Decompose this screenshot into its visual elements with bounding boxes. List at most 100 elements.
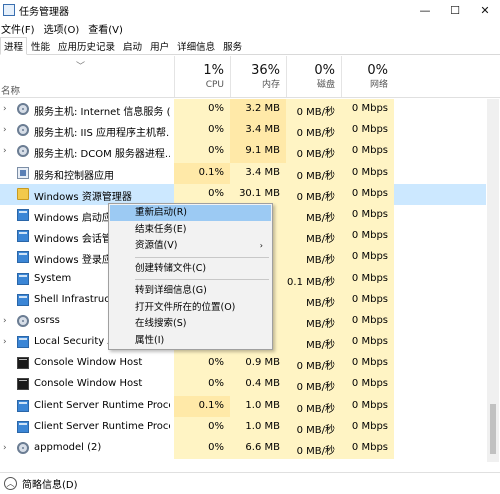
cpu-value: 0%: [174, 120, 230, 142]
tab-details[interactable]: 详细信息: [173, 37, 219, 54]
context-menu-item-label: 创建转储文件(C): [135, 262, 207, 274]
process-name: 服务主机: DCOM 服务器进程...: [34, 149, 170, 161]
network-value: 0 Mbps: [341, 99, 394, 121]
column-header-disk[interactable]: 0% 磁盘: [286, 56, 341, 97]
context-menu-item-label: 属性(I): [135, 334, 165, 346]
scrollbar-thumb[interactable]: [490, 404, 496, 454]
process-row[interactable]: › 服务主机: Internet 信息服务 (2) 0% 3.2 MB 0 MB/秒 0 …: [0, 99, 486, 121]
network-value: 0 Mbps: [341, 226, 394, 248]
gear-icon: [17, 145, 29, 158]
network-value: 0 Mbps: [341, 204, 394, 227]
process-row[interactable]: Windows 资源管理器 0% 30.1 MB 0 MB/秒 0 Mbps: [0, 183, 486, 205]
column-header-cpu[interactable]: 1% CPU: [174, 56, 230, 97]
cpu-value: 0%: [174, 438, 230, 460]
tab-services[interactable]: 服务: [219, 37, 246, 54]
tab-performance[interactable]: 性能: [27, 37, 54, 54]
close-button[interactable]: ✕: [470, 0, 500, 20]
network-value: 0 Mbps: [341, 416, 394, 438]
memory-value: 0.4 MB: [230, 374, 286, 396]
context-menu-item[interactable]: 属性(I): [110, 333, 271, 349]
fewer-details-button[interactable]: ︿ 简略信息(D): [4, 476, 78, 491]
fewer-details-label: 简略信息(D): [22, 480, 78, 491]
sort-chevron-icon[interactable]: ﹀: [76, 59, 85, 72]
context-menu-item[interactable]: 打开文件所在的位置(O): [110, 300, 271, 316]
win-icon: [17, 272, 29, 285]
cpu-value: 0%: [174, 141, 230, 163]
network-value: 0 Mbps: [341, 183, 394, 205]
process-name: Windows 资源管理器: [34, 191, 132, 203]
tab-app-history[interactable]: 应用历史记录: [54, 37, 119, 54]
process-row[interactable]: › appmodel (2) 0% 6.6 MB 0 MB/秒 0 Mbps: [0, 438, 486, 460]
vertical-scrollbar[interactable]: [487, 99, 499, 462]
disk-label: 磁盘: [316, 80, 335, 90]
disk-value: MB/秒: [286, 289, 341, 311]
disk-value: MB/秒: [286, 310, 341, 333]
context-menu-item-label: 重新启动(R): [135, 207, 188, 218]
expand-chevron-icon[interactable]: ›: [3, 316, 7, 326]
context-menu-item[interactable]: 重新启动(R): [110, 205, 271, 221]
context-menu-item[interactable]: 在线搜索(S): [110, 316, 271, 332]
menu-view[interactable]: 查看(V): [88, 21, 123, 36]
process-name: osrss: [34, 314, 60, 326]
network-value: 0 Mbps: [341, 310, 394, 333]
process-row[interactable]: Client Server Runtime Process 0% 1.0 MB 0 M…: [0, 416, 486, 438]
window-title: 任务管理器: [19, 6, 69, 18]
menu-options[interactable]: 选项(O): [44, 21, 80, 36]
column-header-name[interactable]: 名称: [1, 83, 20, 97]
process-name: System: [34, 272, 72, 284]
disk-value: 0 MB/秒: [286, 416, 341, 438]
expand-chevron-icon[interactable]: ›: [3, 337, 7, 347]
process-row[interactable]: Console Window Host 0% 0.4 MB 0 MB/秒 0 Mbps: [0, 374, 486, 396]
memory-value: 30.1 MB: [230, 183, 286, 205]
column-header-memory[interactable]: 36% 内存: [230, 56, 286, 97]
menu-file[interactable]: 文件(F): [1, 21, 35, 36]
network-value: 0 Mbps: [341, 162, 394, 184]
disk-value: MB/秒: [286, 204, 341, 227]
process-row[interactable]: 服务和控制器应用 0.1% 3.4 MB 0 MB/秒 0 Mbps: [0, 162, 486, 184]
expand-chevron-icon[interactable]: ›: [3, 146, 7, 156]
tab-bar: 进程 性能 应用历史记录 启动 用户 详细信息 服务: [0, 37, 500, 55]
expand-chevron-icon[interactable]: ›: [3, 104, 7, 114]
cmd-icon: [17, 378, 29, 391]
process-name: Windows 会话管理: [34, 234, 108, 246]
expand-chevron-icon[interactable]: ›: [3, 443, 7, 453]
maximize-button[interactable]: ☐: [440, 0, 470, 20]
process-row[interactable]: Console Window Host 0% 0.9 MB 0 MB/秒 0 Mbps: [0, 353, 486, 375]
cmd-icon: [17, 357, 29, 370]
network-value: 0 Mbps: [341, 247, 394, 269]
disk-value: MB/秒: [286, 247, 341, 269]
context-menu-item[interactable]: 资源值(V) ›: [110, 238, 271, 254]
disk-value: 0 MB/秒: [286, 141, 341, 163]
win-icon: [17, 230, 29, 243]
process-name: Console Window Host: [34, 357, 143, 369]
tab-processes[interactable]: 进程: [0, 37, 28, 55]
memory-label: 内存: [261, 80, 280, 90]
disk-value: 0 MB/秒: [286, 374, 341, 396]
process-row[interactable]: Client Server Runtime Process 0.1% 1.0 MB 0…: [0, 395, 486, 417]
tab-startup[interactable]: 启动: [119, 37, 146, 54]
network-value: 0 Mbps: [341, 289, 394, 311]
memory-value: 3.2 MB: [230, 99, 286, 121]
context-menu-item[interactable]: 创建转储文件(C): [110, 261, 271, 277]
cpu-total: 1%: [203, 63, 224, 78]
minimize-button[interactable]: —: [410, 0, 440, 20]
gear-icon: [17, 103, 29, 115]
column-header-network[interactable]: 0% 网络: [341, 56, 394, 97]
gear-icon: [17, 314, 29, 327]
context-menu-item[interactable]: 转到详细信息(G): [110, 283, 271, 299]
cpu-value: 0%: [174, 353, 230, 375]
folder-icon: [17, 187, 29, 200]
disk-value: MB/秒: [286, 226, 341, 248]
process-row[interactable]: › 服务主机: DCOM 服务器进程... 0% 9.1 MB 0 MB/秒 0 Mbps: [0, 141, 486, 163]
process-name: Console Window Host: [34, 378, 143, 390]
context-menu-item-label: 结束任务(E): [135, 223, 187, 235]
win-icon: [17, 208, 29, 221]
context-menu-item[interactable]: 结束任务(E): [110, 222, 271, 238]
network-value: 0 Mbps: [341, 395, 394, 417]
tab-users[interactable]: 用户: [146, 37, 173, 54]
context-menu-item-label: 在线搜索(S): [135, 318, 187, 329]
expand-chevron-icon[interactable]: ›: [3, 125, 7, 135]
network-value: 0 Mbps: [341, 374, 394, 396]
process-row[interactable]: › 服务主机: IIS 应用程序主机帮... 0% 3.4 MB 0 MB/秒 0 Mbp…: [0, 120, 486, 142]
cpu-value: 0%: [174, 416, 230, 438]
